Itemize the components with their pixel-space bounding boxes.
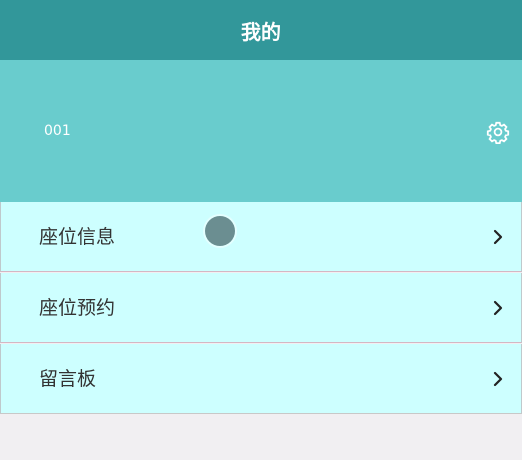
menu-item-label: 座位预约	[39, 296, 116, 319]
page-header: 我的	[0, 0, 522, 60]
menu-list: 座位信息 座位预约 留言板	[0, 202, 522, 415]
menu-item-label: 座位信息	[39, 225, 116, 248]
gear-icon	[486, 121, 510, 145]
touch-cursor	[205, 216, 235, 246]
menu-item-seat-booking[interactable]: 座位预约	[0, 273, 522, 343]
menu-item-message-board[interactable]: 留言板	[0, 344, 522, 414]
profile-card: 001	[0, 60, 522, 202]
page-title: 我的	[241, 19, 281, 44]
settings-button[interactable]	[486, 120, 510, 145]
menu-item-label: 留言板	[39, 367, 97, 390]
user-id: 001	[44, 123, 71, 139]
chevron-right-icon	[493, 371, 503, 386]
chevron-right-icon	[493, 229, 503, 244]
chevron-right-icon	[493, 300, 503, 315]
menu-item-seat-info[interactable]: 座位信息	[0, 202, 522, 272]
